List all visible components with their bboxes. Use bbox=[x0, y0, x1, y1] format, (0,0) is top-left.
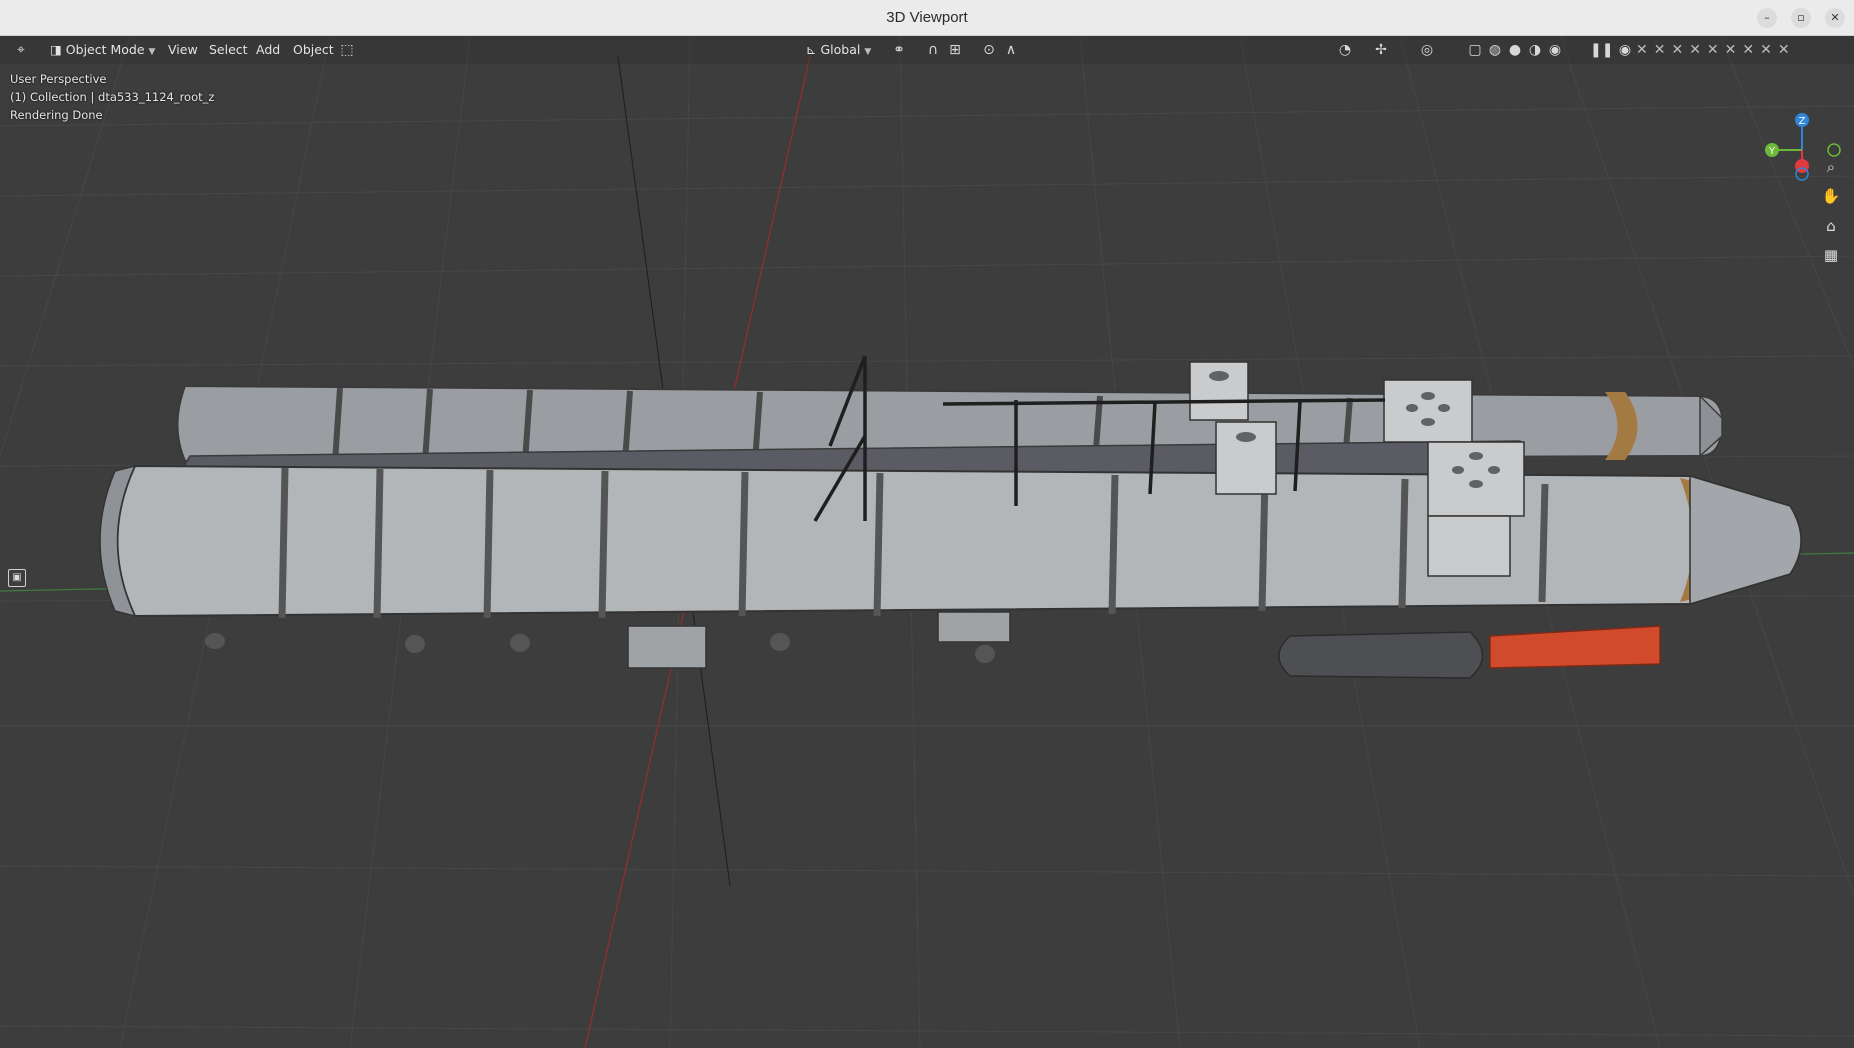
fuel-tank[interactable] bbox=[1278, 631, 1484, 679]
collection-visibility-icons[interactable]: ✕✕✕✕✕✕✕✕✕ bbox=[1636, 41, 1836, 59]
window-title: 3D Viewport bbox=[886, 9, 968, 26]
mode-icon: ◨ bbox=[50, 42, 66, 57]
orientation-label: Global bbox=[820, 42, 861, 57]
wireframe-shading-icon[interactable]: ◍ bbox=[1486, 41, 1504, 59]
rendered-shading-icon[interactable]: ◉ bbox=[1546, 41, 1564, 59]
mode-label: Object Mode bbox=[65, 42, 145, 57]
gizmo-icon[interactable]: ✢ bbox=[1372, 41, 1390, 59]
collection-label: (1) Collection | dta533_1124_root_z bbox=[10, 90, 215, 104]
3d-viewport[interactable]: ▣ Z Y ⌕ ✋ ⌂ ▦ bbox=[0, 36, 1854, 1048]
perspective-label: User Perspective bbox=[10, 72, 107, 86]
select-box-icon[interactable]: ⬚ bbox=[338, 41, 356, 59]
render-status: Rendering Done bbox=[10, 108, 103, 122]
mode-selector[interactable]: ◨ Object Mode ▼ bbox=[50, 40, 155, 60]
close-icon[interactable]: ✕ bbox=[1825, 8, 1845, 28]
snap-target-icon[interactable]: ⊞ bbox=[946, 41, 964, 59]
eye-icon[interactable]: ◉ bbox=[1616, 41, 1634, 59]
blender-window: { "window": { "title": "3D Viewport", "c… bbox=[0, 0, 1854, 1048]
menu-view[interactable]: View bbox=[168, 40, 198, 60]
pivot-icon[interactable]: ⚭ bbox=[890, 41, 908, 59]
camera-view-icon[interactable]: ⌂ bbox=[1818, 213, 1844, 239]
proportional-edit-icon[interactable]: ⊙ bbox=[980, 41, 998, 59]
menu-add[interactable]: Add bbox=[256, 40, 280, 60]
restore-icon[interactable]: ▫ bbox=[1791, 8, 1811, 28]
material-shading-icon[interactable]: ◑ bbox=[1526, 41, 1544, 59]
toolbar-toggle-icon[interactable]: ▣ bbox=[8, 569, 26, 587]
zoom-icon[interactable]: ⌕ bbox=[1818, 154, 1844, 180]
orientation-icon: ⊾ bbox=[806, 42, 821, 57]
viewport-scene bbox=[0, 36, 1854, 1048]
visibility-icon[interactable]: ◔ bbox=[1336, 41, 1354, 59]
gizmo-z-label: Z bbox=[1799, 116, 1806, 127]
viewport-header: ⌖ ◨ Object Mode ▼ View Select Add Object … bbox=[0, 36, 1854, 64]
menu-object[interactable]: Object bbox=[293, 40, 334, 60]
falloff-icon[interactable]: ∧ bbox=[1002, 41, 1020, 59]
title-bar: 3D Viewport – ▫ ✕ bbox=[0, 0, 1854, 36]
engine-block[interactable] bbox=[1489, 625, 1661, 669]
gizmo-y-label: Y bbox=[1768, 146, 1776, 157]
menu-select[interactable]: Select bbox=[209, 40, 248, 60]
snap-icon[interactable]: ∩ bbox=[924, 41, 942, 59]
overlay-icon[interactable]: ◎ bbox=[1418, 41, 1436, 59]
solid-shading-icon[interactable]: ● bbox=[1506, 41, 1524, 59]
minimize-icon[interactable]: – bbox=[1757, 8, 1777, 28]
transform-orientation[interactable]: ⊾ Global ▼ bbox=[806, 40, 871, 60]
editor-type-icon[interactable]: ⌖ bbox=[12, 41, 30, 59]
ortho-grid-icon[interactable]: ▦ bbox=[1818, 242, 1844, 268]
xray-icon[interactable]: ▢ bbox=[1466, 41, 1484, 59]
pan-hand-icon[interactable]: ✋ bbox=[1818, 183, 1844, 209]
pause-icon[interactable]: ❚❚ bbox=[1590, 41, 1613, 59]
